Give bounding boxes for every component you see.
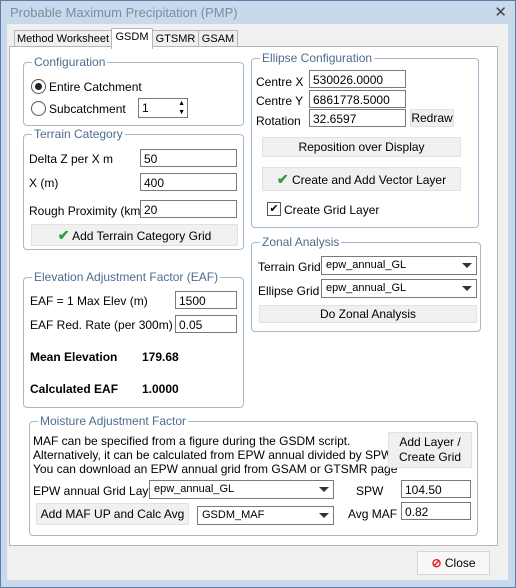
eaf-max-elev-input[interactable]: 1500 <box>175 291 237 309</box>
entire-catchment-label: Entire Catchment <box>49 80 142 94</box>
window-title: Probable Maximum Precipitation (PMP) <box>10 5 238 20</box>
terrain-grid-value: epw_annual_GL <box>326 259 407 271</box>
rough-proximity-label: Rough Proximity (km) <box>29 204 145 218</box>
title-bar: Probable Maximum Precipitation (PMP) ✕ <box>1 1 515 25</box>
add-maf-calc-avg-button[interactable]: Add MAF UP and Calc Avg <box>36 503 189 525</box>
ellipse-grid-label: Ellipse Grid <box>258 284 320 298</box>
delta-z-input[interactable]: 50 <box>140 149 237 167</box>
x-input[interactable]: 400 <box>140 173 237 191</box>
redraw-button[interactable]: Redraw <box>410 109 454 127</box>
add-terrain-category-grid-button[interactable]: ✔ Add Terrain Category Grid <box>31 224 238 246</box>
add-layer-create-grid-button[interactable]: Add Layer / Create Grid <box>388 432 472 468</box>
rotation-label: Rotation <box>256 114 301 128</box>
x-label: X (m) <box>29 176 59 190</box>
calculated-eaf-label: Calculated EAF <box>30 382 119 396</box>
terrain-grid-label: Terrain Grid <box>258 260 321 274</box>
create-grid-layer-label: Create Grid Layer <box>284 203 380 217</box>
configuration-group: Configuration <box>23 55 244 126</box>
checkmark-icon: ✔ <box>276 171 289 187</box>
maf-info-line-1: MAF can be specified from a figure durin… <box>33 434 351 448</box>
create-grid-layer-checkbox[interactable]: ✔ <box>267 202 281 216</box>
create-vector-layer-label: Create and Add Vector Layer <box>291 173 447 187</box>
create-vector-layer-button[interactable]: ✔ Create and Add Vector Layer <box>262 167 461 191</box>
avg-maf-input[interactable]: 0.82 <box>401 502 471 520</box>
mean-elevation-label: Mean Elevation <box>30 350 118 364</box>
chevron-down-icon <box>462 263 472 268</box>
rough-proximity-input[interactable]: 20 <box>140 200 237 218</box>
centre-y-label: Centre Y <box>256 94 304 108</box>
ellipse-grid-select[interactable]: epw_annual_GL <box>321 279 477 298</box>
close-button-label: Close <box>444 556 476 570</box>
checkmark-icon: ✔ <box>57 227 70 243</box>
maf-info-line-3: You can download an EPW annual grid from… <box>33 462 398 476</box>
entire-catchment-radio[interactable] <box>31 79 46 94</box>
epw-grid-layer-label: EPW annual Grid Layer <box>33 484 160 498</box>
tab-gsdm[interactable]: GSDM <box>111 28 153 49</box>
chevron-down-icon <box>319 487 329 492</box>
terrain-grid-select[interactable]: epw_annual_GL <box>321 256 477 275</box>
maf-info-line-2: Alternatively, it can be calculated from… <box>33 448 393 462</box>
spw-input[interactable]: 104.50 <box>401 480 471 498</box>
mean-elevation-value: 179.68 <box>142 350 179 364</box>
ellipse-grid-value: epw_annual_GL <box>326 282 407 294</box>
maf-layer-value: GSDM_MAF <box>202 509 265 521</box>
eaf-label: Elevation Adjustment Factor (EAF) <box>32 270 221 284</box>
ellipse-configuration-label: Ellipse Configuration <box>260 51 375 65</box>
window-close-icon[interactable]: ✕ <box>494 3 507 21</box>
eaf-red-rate-label: EAF Red. Rate (per 300m) <box>30 318 173 332</box>
chevron-down-icon <box>462 286 472 291</box>
close-button[interactable]: ⊘ Close <box>417 551 490 575</box>
eaf-max-elev-label: EAF = 1 Max Elev (m) <box>30 294 148 308</box>
centre-x-label: Centre X <box>256 75 304 89</box>
rotation-input[interactable]: 32.6597 <box>309 109 406 127</box>
create-grid-label: Create Grid <box>398 450 462 464</box>
zonal-analysis-label: Zonal Analysis <box>260 235 342 249</box>
subcatchment-stepper[interactable]: 1 ▲ ▼ <box>138 98 188 118</box>
configuration-label: Configuration <box>32 55 108 69</box>
add-layer-label: Add Layer / <box>399 435 461 449</box>
centre-y-input[interactable]: 6861778.5000 <box>309 90 406 108</box>
subcatchment-label: Subcatchment <box>49 102 126 116</box>
stepper-arrows-icon[interactable]: ▲ ▼ <box>178 99 185 117</box>
spw-label: SPW <box>356 484 384 498</box>
epw-grid-layer-select[interactable]: epw_annual_GL <box>149 480 334 499</box>
eaf-red-rate-input[interactable]: 0.05 <box>175 315 237 333</box>
add-terrain-category-grid-label: Add Terrain Category Grid <box>72 229 212 243</box>
avg-maf-label: Avg MAF <box>348 507 398 521</box>
calculated-eaf-value: 1.0000 <box>142 382 179 396</box>
chevron-down-icon <box>319 513 329 518</box>
subcatchment-value: 1 <box>142 101 149 115</box>
epw-grid-layer-value: epw_annual_GL <box>154 483 235 495</box>
subcatchment-radio[interactable] <box>31 101 46 116</box>
centre-x-input[interactable]: 530026.0000 <box>309 70 406 88</box>
terrain-category-label: Terrain Category <box>32 127 125 141</box>
do-zonal-analysis-button[interactable]: Do Zonal Analysis <box>259 305 477 323</box>
close-circle-icon: ⊘ <box>431 556 442 570</box>
radio-selected-dot <box>35 83 42 90</box>
reposition-over-display-button[interactable]: Reposition over Display <box>262 137 461 157</box>
delta-z-label: Delta Z per X m <box>29 152 114 166</box>
maf-layer-select[interactable]: GSDM_MAF <box>197 506 334 525</box>
maf-label: Moisture Adjustment Factor <box>38 414 189 428</box>
